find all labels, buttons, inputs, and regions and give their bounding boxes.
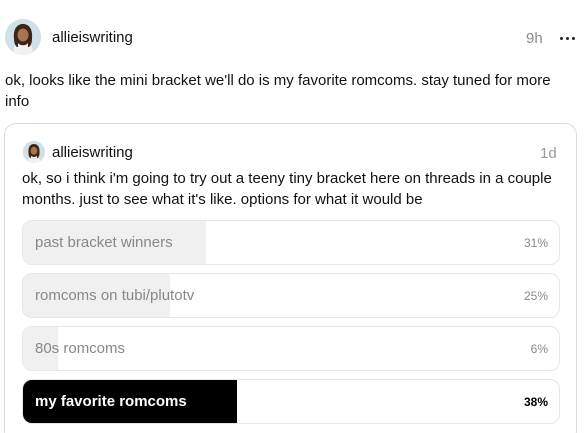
user-avatar[interactable] [5, 19, 41, 55]
quoted-timestamp: 1d [540, 145, 557, 162]
quoted-username[interactable]: allieiswriting [52, 144, 133, 161]
post-header: allieiswriting 9h [0, 0, 584, 78]
poll-option-percent: 6% [530, 342, 548, 356]
poll-option-percent: 38% [523, 395, 548, 409]
post-timestamp: 9h [526, 30, 543, 47]
poll-option-label: past bracket winners [35, 234, 173, 251]
poll-option[interactable]: past bracket winners 31% [22, 220, 560, 265]
avatar-image [23, 141, 45, 163]
poll-option-label: my favorite romcoms [35, 393, 187, 410]
poll-option-winner[interactable]: my favorite romcoms 38% [22, 379, 560, 424]
poll-option-label: 80s romcoms [35, 340, 126, 357]
quoted-post-text: ok, so i think i'm going to try out a te… [22, 170, 552, 208]
poll-option-percent: 25% [523, 289, 548, 303]
poll-option[interactable]: romcoms on tubi/plutotv 25% [22, 273, 560, 318]
more-options-button[interactable] [557, 28, 577, 48]
avatar-image [5, 19, 41, 55]
poll-option-percent: 31% [523, 236, 548, 250]
username[interactable]: allieiswriting [52, 29, 133, 46]
quoted-post-card[interactable]: allieiswriting 1d ok, so i think i'm goi… [4, 123, 577, 433]
poll-option-label: romcoms on tubi/plutotv [35, 287, 195, 304]
quoted-user-avatar[interactable] [23, 141, 45, 163]
post-text: ok, looks like the mini bracket we'll do… [5, 72, 551, 110]
poll-option[interactable]: 80s romcoms 6% [22, 326, 560, 371]
